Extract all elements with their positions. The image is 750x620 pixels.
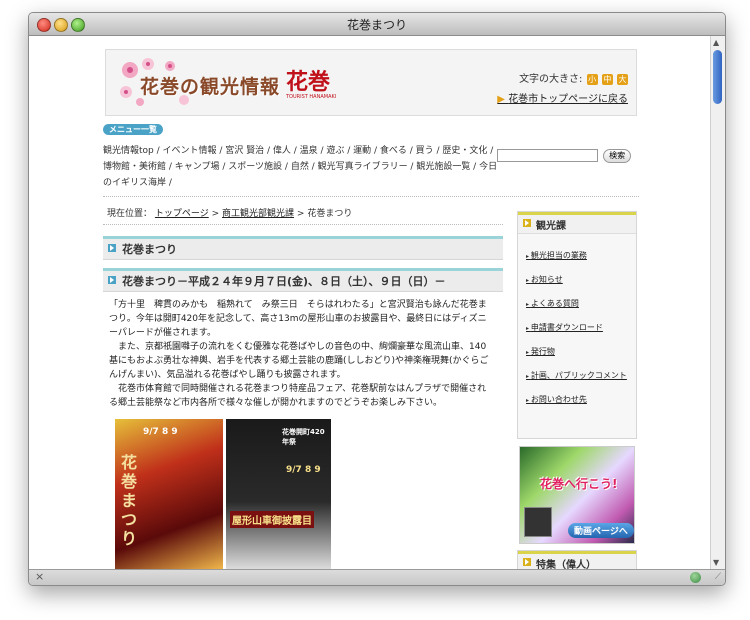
font-size-label: 文字の大きさ: (519, 74, 583, 85)
festival-poster-image[interactable]: 9/7 8 9 花巻まつり (115, 419, 223, 569)
sidebar-header: 観光課 (518, 212, 636, 234)
globe-icon (690, 572, 701, 583)
paragraph: また、京都祇園囃子の流れをくむ優雅な花巻ばやしの音色の中、絢爛豪華な風流山車、1… (109, 342, 489, 380)
sidebar-link[interactable]: 申請書ダウンロード (526, 316, 636, 340)
breadcrumb-top-link[interactable]: トップページ (155, 209, 209, 219)
site-header: 花巻の観光情報 花巻 TOURIST HANAMAKI 文字の大きさ: 小 中 … (105, 49, 637, 116)
heading-arrow-icon (523, 219, 531, 227)
sidebar-link-list: 観光担当の業務 お知らせ よくある質問 申請書ダウンロード 発行物 計画、パブリ… (518, 234, 636, 418)
breadcrumb-separator: > (211, 209, 220, 219)
sidebar-link[interactable]: 観光担当の業務 (526, 244, 636, 268)
city-top-link-text: 花巻市トップページに戻る (508, 94, 628, 105)
sidebar-tourism-section: 観光課 観光担当の業務 お知らせ よくある質問 申請書ダウンロード 発行物 計画… (517, 211, 637, 439)
breadcrumb-label: 現在位置： (107, 209, 153, 219)
search-input[interactable] (497, 148, 598, 162)
vertical-scrollbar[interactable]: ▲ ▼ (710, 36, 725, 569)
sidebar-features-section: 特集（偉人） (517, 550, 637, 569)
sidebar-header: 特集（偉人） (518, 551, 636, 569)
event-subheading: 花巻まつり－平成２４年９月７日(金)、８日（土）、９日（日）－ (122, 275, 446, 288)
breadcrumb-separator: > (296, 209, 305, 219)
status-bar: × ⟋ (29, 569, 725, 585)
event-description: 「方十里 稗貫のみかも 稲熟れて み祭三日 そらはれわたる」と宮沢賢治も詠んだ花… (109, 298, 494, 410)
scroll-down-arrow-icon[interactable]: ▼ (713, 558, 719, 567)
font-size-small-button[interactable]: 小 (586, 73, 598, 85)
close-icon[interactable]: × (35, 570, 44, 583)
sidebar-link[interactable]: 発行物 (526, 340, 636, 364)
font-size-medium-button[interactable]: 中 (601, 73, 613, 85)
poster-title: 花巻まつり (121, 453, 138, 548)
scroll-up-arrow-icon[interactable]: ▲ (713, 38, 719, 47)
anniversary-poster-image[interactable]: 花巻開町420年祭 9/7 8 9 屋形山車御披露目 (226, 419, 331, 569)
poster-badge: 花巻開町420年祭 (282, 428, 325, 446)
font-size-control: 文字の大きさ: 小 中 大 (519, 70, 628, 85)
search-button[interactable]: 検索 (603, 148, 632, 163)
browser-window: 花巻まつり 花巻の観光情報 花巻 TOURIST HANAMAKI 文字の大きさ… (28, 12, 726, 586)
breadcrumb: 現在位置： トップページ > 商工観光部観光課 > 花巻まつり (107, 206, 352, 219)
site-search: 検索 (497, 143, 632, 163)
menu-list-label: メニュー一覧 (103, 124, 163, 135)
poster-dates: 9/7 8 9 (286, 465, 321, 475)
sidebar-link[interactable]: お問い合わせ先 (526, 388, 636, 412)
font-size-large-button[interactable]: 大 (617, 73, 628, 85)
clapperboard-icon (524, 507, 552, 537)
sidebar-title: 観光課 (536, 221, 566, 232)
breadcrumb-section-link[interactable]: 商工観光部観光課 (222, 209, 294, 219)
category-nav[interactable]: 観光情報top / イベント情報 / 宮沢 賢治 / 偉人 / 温泉 / 遊ぶ … (103, 143, 498, 191)
arrow-icon: ▶ (497, 94, 505, 105)
subheading-bar: 花巻まつり－平成２４年９月７日(金)、８日（土）、９日（日）－ (103, 268, 503, 292)
paragraph: 花巻市体育館で同時開催される花巻まつり特産品フェア、花巻駅前なはんプラザで開催さ… (109, 384, 487, 408)
scrollbar-thumb[interactable] (713, 50, 722, 104)
page-heading-bar: 花巻まつり (103, 236, 503, 260)
logo-subtitle: TOURIST HANAMAKI (286, 94, 337, 100)
city-top-link[interactable]: ▶ 花巻市トップページに戻る (497, 90, 628, 105)
video-page-button[interactable]: 動画ページへ (568, 523, 634, 538)
window-title: 花巻まつり (346, 18, 407, 32)
breadcrumb-divider (103, 224, 503, 225)
video-page-banner[interactable]: 花巻へ行こう! 動画ページへ (519, 446, 635, 544)
poster-title: 屋形山車御披露目 (230, 511, 314, 528)
heading-arrow-icon (523, 558, 531, 566)
site-logo-text[interactable]: 花巻の観光情報 (140, 72, 280, 99)
heading-arrow-icon (108, 276, 116, 284)
breadcrumb-current: 花巻まつり (307, 209, 353, 219)
heading-arrow-icon (108, 244, 116, 252)
sidebar-link[interactable]: よくある質問 (526, 292, 636, 316)
poster-dates: 9/7 8 9 (143, 427, 178, 437)
sidebar-link[interactable]: お知らせ (526, 268, 636, 292)
page-title: 花巻まつり (122, 243, 177, 256)
paragraph: 「方十里 稗貫のみかも 稲熟れて み祭三日 そらはれわたる」と宮沢賢治も詠んだ花… (109, 300, 487, 338)
resize-grip-icon[interactable]: ⟋ (715, 572, 721, 582)
sidebar-link[interactable]: 計画、パブリックコメント (526, 364, 636, 388)
title-bar: 花巻まつり (29, 13, 725, 36)
sidebar-title: 特集（偉人） (536, 560, 596, 569)
banner-title: 花巻へ行こう! (540, 477, 618, 491)
page-viewport: 花巻の観光情報 花巻 TOURIST HANAMAKI 文字の大きさ: 小 中 … (29, 36, 711, 569)
nav-divider (103, 196, 639, 197)
hanamaki-script-logo: 花巻 (286, 69, 331, 95)
